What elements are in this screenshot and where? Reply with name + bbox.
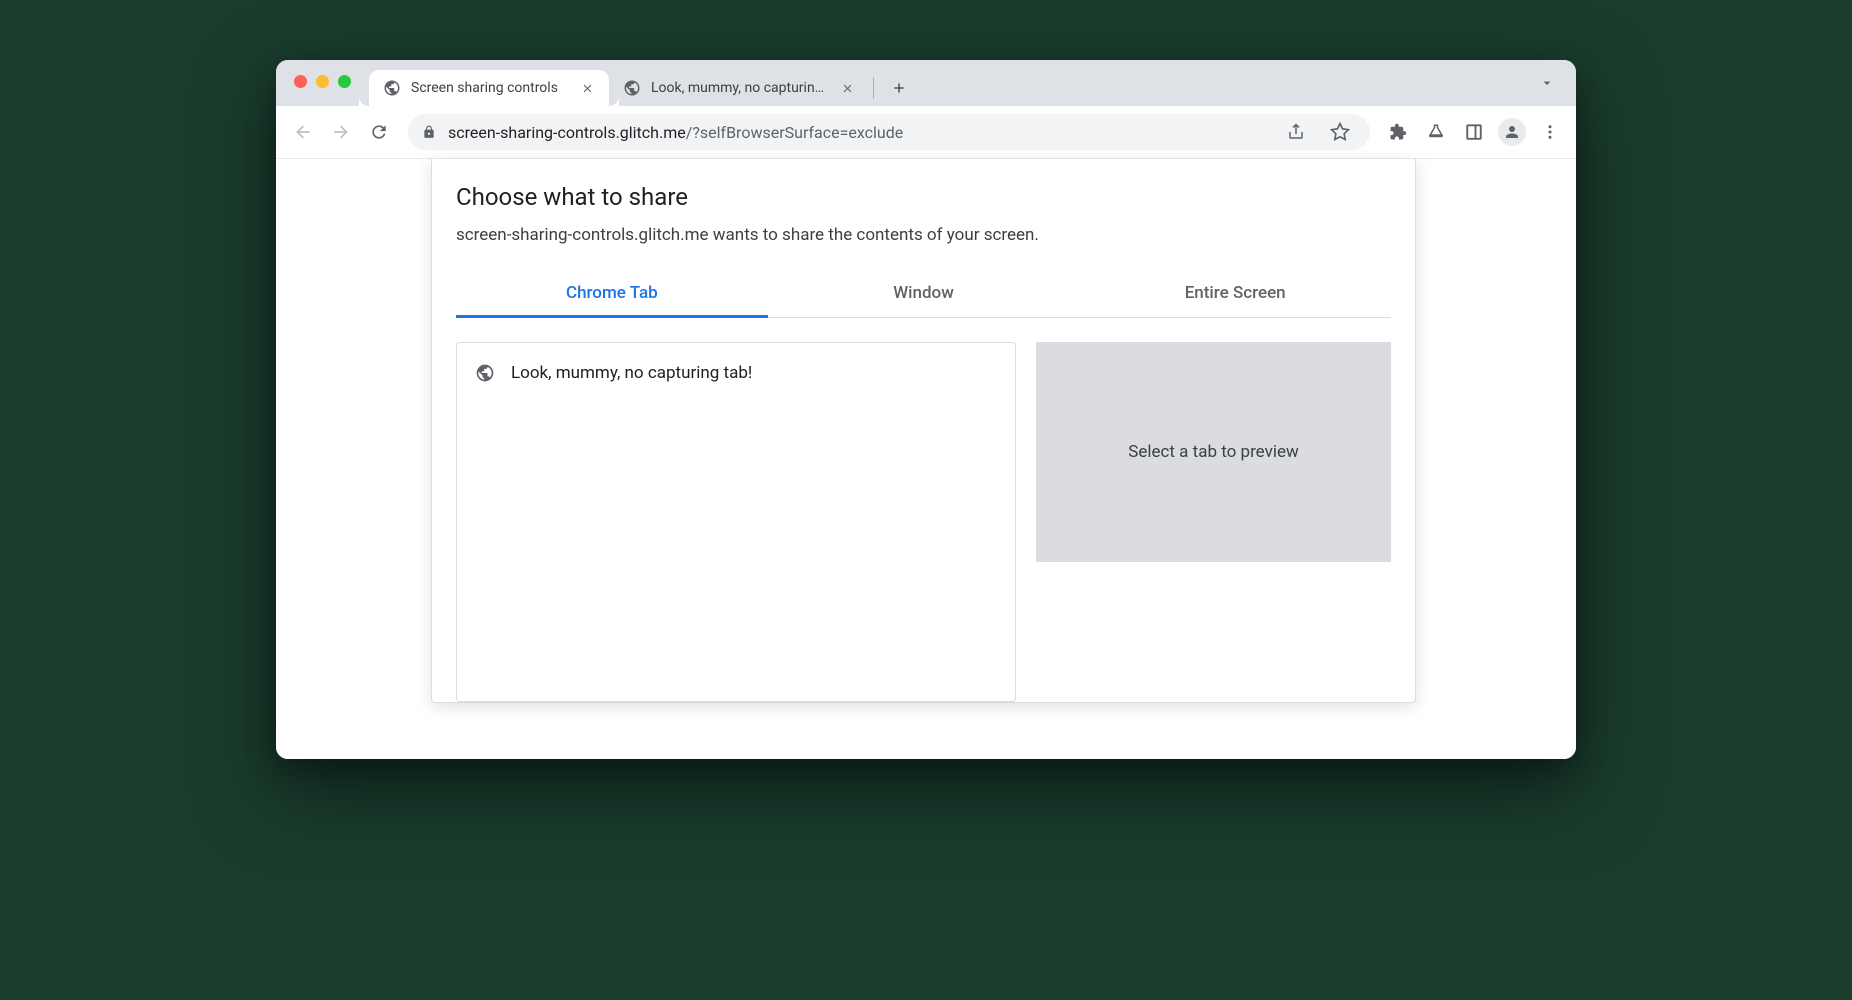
profile-avatar-icon — [1498, 118, 1526, 146]
browser-window: Screen sharing controls Look, mummy, no … — [276, 60, 1576, 759]
share-dialog: Choose what to share screen-sharing-cont… — [431, 159, 1416, 703]
back-button[interactable] — [286, 115, 320, 149]
toolbar: screen-sharing-controls.glitch.me/?selfB… — [276, 106, 1576, 159]
reload-button[interactable] — [362, 115, 396, 149]
lock-icon — [422, 125, 436, 139]
share-tab-chrome-tab[interactable]: Chrome Tab — [456, 269, 768, 317]
preview-pane: Select a tab to preview — [1036, 342, 1391, 562]
window-maximize-button[interactable] — [338, 75, 351, 88]
profile-button[interactable] — [1496, 116, 1528, 148]
url-path: /?selfBrowserSurface=exclude — [686, 123, 904, 142]
flask-icon[interactable] — [1420, 116, 1452, 148]
tab-title: Screen sharing controls — [411, 80, 569, 96]
share-icon[interactable] — [1280, 116, 1312, 148]
star-icon[interactable] — [1324, 116, 1356, 148]
close-icon[interactable] — [579, 80, 595, 96]
tab-title: Look, mummy, no capturing tab — [651, 80, 829, 96]
share-tab-entire-screen[interactable]: Entire Screen — [1079, 269, 1391, 317]
window-close-button[interactable] — [294, 75, 307, 88]
titlebar-right — [1532, 68, 1562, 98]
menu-icon[interactable] — [1534, 116, 1566, 148]
browser-tabs: Screen sharing controls Look, mummy, no … — [369, 60, 1532, 106]
address-bar[interactable]: screen-sharing-controls.glitch.me/?selfB… — [408, 114, 1370, 150]
page-content: Choose what to share screen-sharing-cont… — [276, 159, 1576, 759]
tab-list-item[interactable]: Look, mummy, no capturing tab! — [457, 353, 1015, 393]
window-minimize-button[interactable] — [316, 75, 329, 88]
side-panel-icon[interactable] — [1458, 116, 1490, 148]
globe-icon — [475, 363, 495, 383]
extensions-icon[interactable] — [1382, 116, 1414, 148]
forward-button[interactable] — [324, 115, 358, 149]
tab-separator — [873, 77, 874, 99]
browser-tab-inactive[interactable]: Look, mummy, no capturing tab — [609, 70, 869, 106]
url-text: screen-sharing-controls.glitch.me/?selfB… — [448, 123, 1268, 142]
dialog-subtitle: screen-sharing-controls.glitch.me wants … — [456, 225, 1391, 245]
tab-selection-list: Look, mummy, no capturing tab! — [456, 342, 1016, 702]
new-tab-button[interactable] — [884, 73, 914, 103]
globe-icon — [623, 79, 641, 97]
browser-tab-active[interactable]: Screen sharing controls — [369, 70, 609, 106]
tab-list-item-label: Look, mummy, no capturing tab! — [511, 363, 752, 383]
close-icon[interactable] — [839, 80, 855, 96]
window-controls — [294, 75, 351, 88]
chevron-down-icon[interactable] — [1532, 68, 1562, 98]
share-content: Look, mummy, no capturing tab! Select a … — [456, 342, 1391, 702]
toolbar-icons — [1382, 116, 1566, 148]
globe-icon — [383, 79, 401, 97]
share-source-tabs: Chrome Tab Window Entire Screen — [456, 269, 1391, 318]
share-tab-window[interactable]: Window — [768, 269, 1080, 317]
titlebar: Screen sharing controls Look, mummy, no … — [276, 60, 1576, 106]
url-host: screen-sharing-controls.glitch.me — [448, 123, 686, 142]
preview-placeholder: Select a tab to preview — [1128, 442, 1299, 462]
dialog-title: Choose what to share — [456, 183, 1391, 211]
